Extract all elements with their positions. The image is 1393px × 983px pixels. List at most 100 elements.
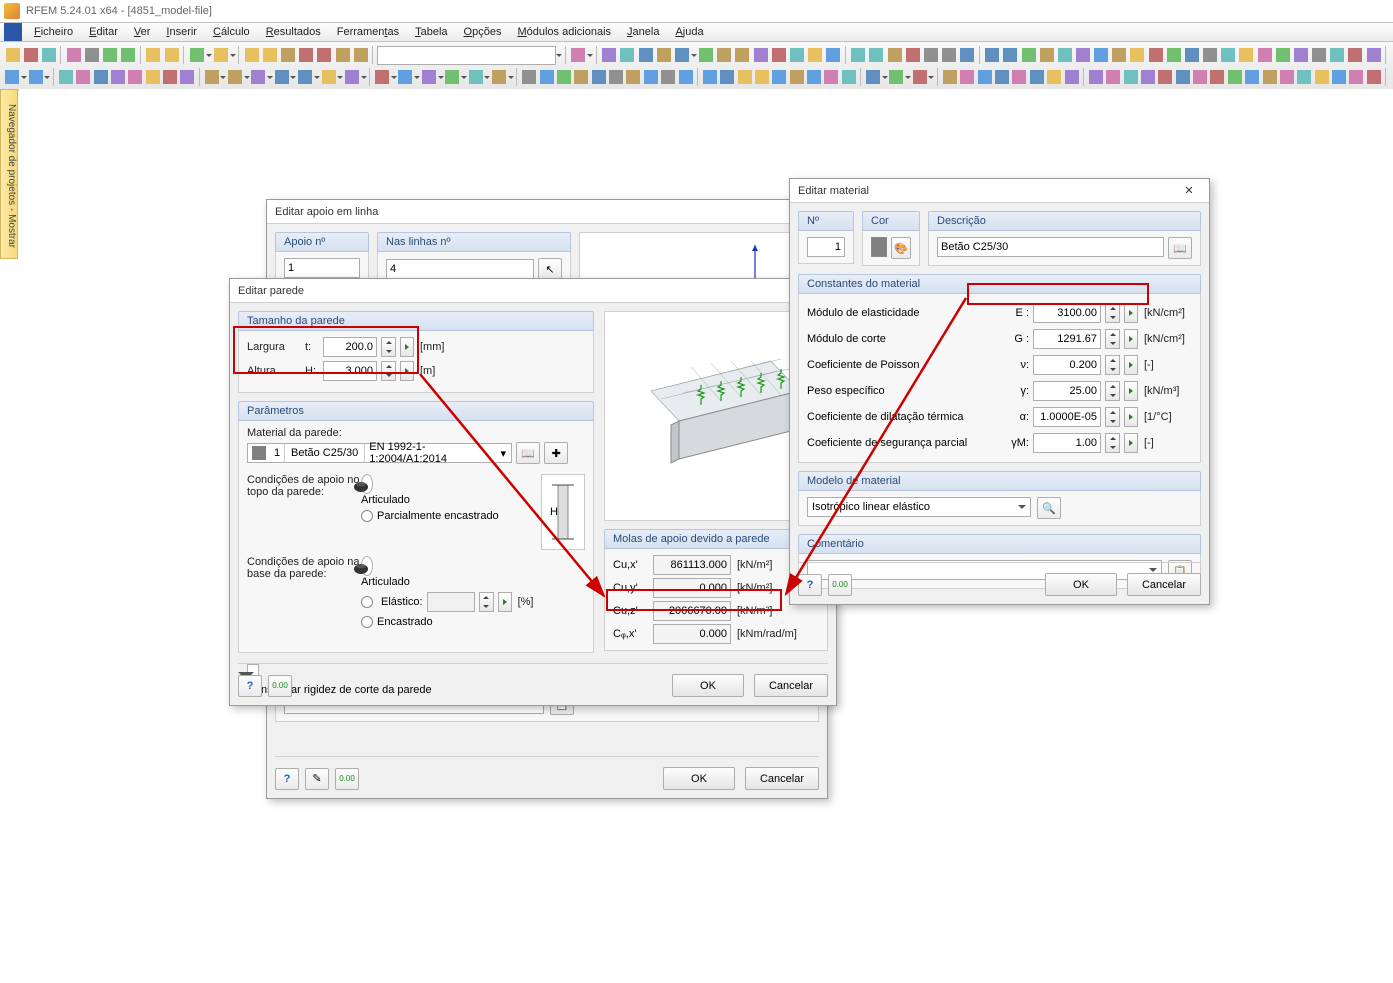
toolbar-button[interactable]	[959, 46, 976, 65]
toolbar-button[interactable]	[637, 46, 654, 65]
cancel-button[interactable]: Cancelar	[754, 674, 828, 697]
material-lib-button[interactable]: 📖	[516, 442, 540, 464]
toolbar-button[interactable]	[702, 68, 718, 87]
menu-opcoes[interactable]: Opções	[456, 24, 510, 40]
toolbar-button[interactable]	[841, 68, 857, 87]
toolbar-button[interactable]	[1331, 68, 1347, 87]
toolbar-dropdown-icon[interactable]	[929, 68, 934, 87]
toolbar-button[interactable]	[886, 46, 903, 65]
units-button[interactable]: 0.00	[335, 768, 359, 790]
toolbar-dropdown-icon[interactable]	[485, 68, 490, 87]
toolbar-dropdown-icon[interactable]	[508, 68, 513, 87]
toolbar-button[interactable]	[1093, 46, 1110, 65]
toolbar-button[interactable]	[625, 68, 641, 87]
toolbar-button[interactable]	[977, 68, 993, 87]
toolbar-button[interactable]	[374, 68, 390, 87]
toolbar-button[interactable]	[660, 68, 676, 87]
toolbar-dropdown-icon[interactable]	[415, 68, 420, 87]
toolbar-button[interactable]	[1140, 68, 1156, 87]
modelo-filter-button[interactable]: 🔍	[1037, 497, 1061, 519]
close-button[interactable]: ✕	[1177, 181, 1201, 201]
toolbar-button[interactable]	[1347, 46, 1364, 65]
toolbar-button[interactable]	[22, 46, 39, 65]
topo-articulado-radio[interactable]	[361, 474, 373, 494]
toolbar-button[interactable]	[1020, 46, 1037, 65]
toolbar-button[interactable]	[1056, 46, 1073, 65]
toolbar-button[interactable]	[334, 46, 351, 65]
toolbar-button[interactable]	[1279, 68, 1295, 87]
toolbar-button[interactable]	[754, 68, 770, 87]
toolbar-dropdown-icon[interactable]	[314, 68, 319, 87]
toolbar-button[interactable]	[203, 68, 219, 87]
menu-resultados[interactable]: Resultados	[258, 24, 329, 40]
units-button[interactable]: 0.00	[828, 574, 852, 596]
largura-go-button[interactable]	[400, 337, 414, 357]
toolbar-button[interactable]	[521, 68, 537, 87]
topo-parcial-radio[interactable]	[361, 510, 373, 522]
toolbar-button[interactable]	[261, 46, 278, 65]
toolbar-dropdown-icon[interactable]	[244, 68, 249, 87]
menu-tabela[interactable]: Tabela	[407, 24, 455, 40]
toolbar-button[interactable]	[1274, 46, 1291, 65]
toolbar-button[interactable]	[1165, 46, 1182, 65]
toolbar-button[interactable]	[227, 68, 243, 87]
toolbar-button[interactable]	[1105, 68, 1121, 87]
toolbar-button[interactable]	[127, 68, 143, 87]
toolbar-button[interactable]	[1202, 46, 1219, 65]
help-button[interactable]: ?	[275, 768, 299, 790]
toolbar-button[interactable]	[1366, 68, 1382, 87]
rho-go-button[interactable]	[1124, 381, 1138, 401]
base-articulado-radio[interactable]	[361, 556, 373, 576]
toolbar-button[interactable]	[274, 68, 290, 87]
toolbar-button[interactable]	[40, 46, 57, 65]
e-go-button[interactable]	[1124, 303, 1138, 323]
modelo-select[interactable]: Isotrópico linear elástico	[807, 497, 1031, 517]
toolbar-button[interactable]	[677, 68, 693, 87]
alpha-spinner[interactable]	[1105, 407, 1120, 427]
toolbar-button[interactable]	[4, 68, 20, 87]
toolbar-button[interactable]	[1256, 46, 1273, 65]
toolbar-button[interactable]	[1238, 46, 1255, 65]
toolbar-button[interactable]	[823, 68, 839, 87]
gamma-go-button[interactable]	[1124, 433, 1138, 453]
library-button[interactable]: 📖	[1168, 237, 1192, 259]
altura-go-button[interactable]	[400, 361, 414, 381]
toolbar-button[interactable]	[1310, 46, 1327, 65]
toolbar-button[interactable]	[736, 68, 752, 87]
toolbar-button[interactable]	[608, 68, 624, 87]
toolbar-button[interactable]	[788, 46, 805, 65]
menu-editar[interactable]: Editar	[81, 24, 126, 40]
toolbar-button[interactable]	[940, 46, 957, 65]
toolbar-button[interactable]	[1029, 68, 1045, 87]
toolbar-button[interactable]	[144, 68, 160, 87]
toolbar-button[interactable]	[538, 68, 554, 87]
toolbar-dropdown-icon[interactable]	[906, 68, 911, 87]
toolbar-button[interactable]	[1074, 46, 1091, 65]
toolbar-dropdown-icon[interactable]	[268, 68, 273, 87]
toolbar-button[interactable]	[716, 46, 733, 65]
toolbar-dropdown-icon[interactable]	[338, 68, 343, 87]
menu-ajuda[interactable]: Ajuda	[667, 24, 711, 40]
toolbar-button[interactable]	[102, 46, 119, 65]
menu-ver[interactable]: Ver	[126, 24, 159, 40]
toolbar-button[interactable]	[58, 68, 74, 87]
ok-button[interactable]: OK	[663, 767, 735, 790]
toolbar-button[interactable]	[825, 46, 842, 65]
toolbar-button[interactable]	[806, 68, 822, 87]
gamma-input[interactable]	[1033, 433, 1101, 453]
toolbar-button[interactable]	[421, 68, 437, 87]
toolbar-dropdown-icon[interactable]	[882, 68, 887, 87]
toolbar-dropdown-icon[interactable]	[45, 68, 50, 87]
ok-button[interactable]: OK	[1045, 573, 1117, 596]
toolbar-button[interactable]	[1292, 46, 1309, 65]
toolbar-button[interactable]	[1011, 68, 1027, 87]
menu-modulos[interactable]: Módulos adicionais	[509, 24, 619, 40]
v-input[interactable]	[1033, 355, 1101, 375]
toolbar-button[interactable]	[850, 46, 867, 65]
base-encastrado-radio[interactable]	[361, 616, 373, 628]
alpha-go-button[interactable]	[1124, 407, 1138, 427]
toolbar-button[interactable]	[163, 46, 180, 65]
toolbar-button[interactable]	[601, 46, 618, 65]
toolbar-button[interactable]	[788, 68, 804, 87]
toolbar-dropdown-icon[interactable]	[206, 46, 211, 65]
